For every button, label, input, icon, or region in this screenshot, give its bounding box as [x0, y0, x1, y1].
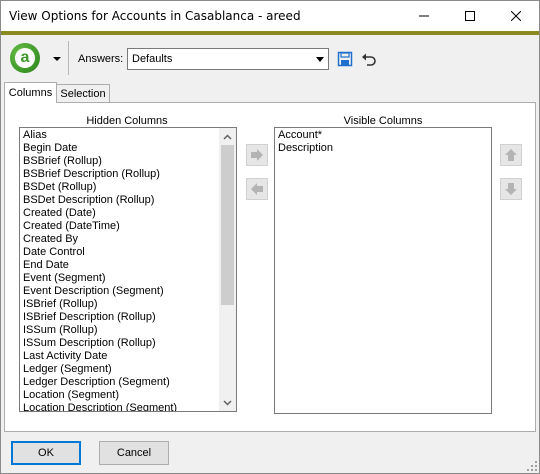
list-item[interactable]: BSBrief (Rollup) — [23, 155, 177, 168]
close-icon — [511, 11, 521, 21]
list-item[interactable]: Created (Date) — [23, 207, 177, 220]
ok-button[interactable]: OK — [11, 441, 81, 465]
chevron-up-icon — [223, 133, 232, 140]
maximize-icon — [465, 11, 475, 21]
list-item[interactable]: Date Control — [23, 246, 177, 259]
maximize-button[interactable] — [447, 1, 493, 31]
answers-value: Defaults — [132, 53, 173, 65]
list-item[interactable]: End Date — [23, 259, 177, 272]
list-item[interactable]: Begin Date — [23, 142, 177, 155]
chevron-down-icon[interactable] — [52, 56, 62, 62]
hidden-columns-list[interactable]: Alias Begin Date BSBrief (Rollup) BSBrief D… — [19, 127, 237, 412]
scroll-down-button[interactable] — [219, 394, 236, 411]
visible-columns-items: Account* Description — [278, 129, 333, 155]
answers-label: Answers: — [78, 53, 124, 65]
toolbar-separator — [68, 41, 69, 75]
tab-selection[interactable]: Selection — [56, 84, 110, 103]
dialog-window: View Options for Accounts in Casablanca … — [0, 0, 540, 474]
list-item[interactable]: Ledger (Segment) — [23, 363, 177, 376]
move-down-button[interactable] — [500, 178, 522, 200]
list-item[interactable]: Created By — [23, 233, 177, 246]
window-title: View Options for Accounts in Casablanca … — [9, 9, 301, 23]
hidden-list-scrollbar[interactable] — [219, 128, 236, 411]
answers-dropdown[interactable]: Defaults — [127, 48, 329, 70]
save-icon[interactable] — [337, 51, 353, 67]
list-item[interactable]: BSBrief Description (Rollup) — [23, 168, 177, 181]
list-item[interactable]: Location (Segment) — [23, 389, 177, 402]
list-item[interactable]: ISSum (Rollup) — [23, 324, 177, 337]
resize-grip-icon[interactable] — [527, 461, 537, 471]
list-item[interactable]: Location Description (Segment) — [23, 402, 177, 411]
tab-columns-label: Columns — [8, 87, 53, 99]
chevron-down-icon — [316, 57, 324, 62]
app-logo-button[interactable]: a — [10, 43, 40, 73]
close-button[interactable] — [493, 1, 539, 31]
hidden-columns-items: Alias Begin Date BSBrief (Rollup) BSBrief D… — [23, 129, 177, 411]
title-bar: View Options for Accounts in Casablanca … — [1, 1, 539, 31]
list-item[interactable]: ISBrief Description (Rollup) — [23, 311, 177, 324]
arrow-up-icon — [505, 149, 517, 161]
scroll-thumb[interactable] — [221, 145, 234, 305]
list-item[interactable]: Last Activity Date — [23, 350, 177, 363]
visible-columns-heading: Visible Columns — [343, 115, 423, 127]
logo-letter: a — [15, 48, 35, 68]
chevron-down-icon — [223, 399, 232, 406]
hidden-columns-heading: Hidden Columns — [86, 115, 168, 127]
list-item[interactable]: Event (Segment) — [23, 272, 177, 285]
list-item[interactable]: BSDet Description (Rollup) — [23, 194, 177, 207]
move-to-visible-button[interactable] — [246, 144, 268, 166]
move-up-button[interactable] — [500, 144, 522, 166]
list-item[interactable]: Alias — [23, 129, 177, 142]
visible-columns-list[interactable]: Account* Description — [274, 127, 492, 414]
scroll-up-button[interactable] — [219, 128, 236, 145]
undo-icon[interactable] — [361, 51, 377, 67]
tab-columns[interactable]: Columns — [4, 82, 57, 103]
arrow-left-icon — [251, 183, 263, 195]
arrow-right-icon — [251, 149, 263, 161]
move-to-hidden-button[interactable] — [246, 178, 268, 200]
list-item[interactable]: Description — [278, 142, 333, 155]
arrow-down-icon — [505, 183, 517, 195]
list-item[interactable]: Ledger Description (Segment) — [23, 376, 177, 389]
list-item[interactable]: ISSum Description (Rollup) — [23, 337, 177, 350]
cancel-button[interactable]: Cancel — [99, 441, 169, 465]
minimize-button[interactable] — [401, 1, 447, 31]
minimize-icon — [419, 15, 429, 17]
tab-selection-label: Selection — [60, 88, 106, 100]
list-item[interactable]: Event Description (Segment) — [23, 285, 177, 298]
list-item[interactable]: Account* — [278, 129, 333, 142]
list-item[interactable]: ISBrief (Rollup) — [23, 298, 177, 311]
list-item[interactable]: Created (DateTime) — [23, 220, 177, 233]
list-item[interactable]: BSDet (Rollup) — [23, 181, 177, 194]
